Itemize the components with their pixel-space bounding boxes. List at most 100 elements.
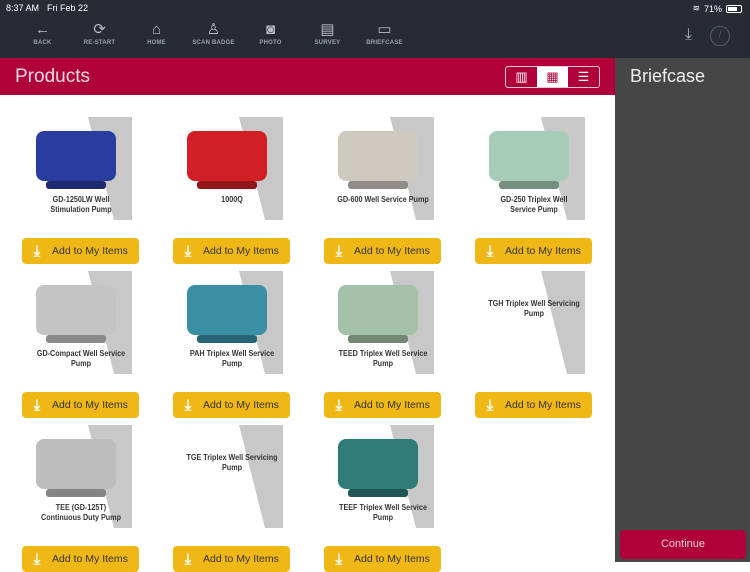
back-icon: ← [35,21,50,38]
toolbar: ← BACK ⟳ RE-START ⌂ HOME ♙ SCAN BADGE ◙ PHOTO ▤ SUR… [14,20,413,46]
add-to-my-items-button[interactable]: ⤓ Add to My Items [475,238,592,264]
product-card[interactable]: TEED Triplex Well Service Pump [332,271,434,374]
card-wedge [239,425,283,528]
wifi-icon: ≋ [692,3,700,13]
product-name: GD-1250LW Well Stimulation Pump [50,195,112,214]
nav-label: PHOTO [259,40,282,46]
add-to-my-items-button[interactable]: ⤓ Add to My Items [324,238,441,264]
product-name: 1000Q [221,195,243,204]
nav-survey-button[interactable]: ▤ SURVEY [299,20,356,46]
battery-icon [726,4,742,13]
download-icon: ⤓ [184,396,192,414]
pump-image [338,131,418,181]
button-label: Add to My Items [52,553,128,565]
nav-label: RE-START [83,40,116,46]
nav-scan-badge-button[interactable]: ♙ SCAN BADGE [185,20,242,46]
card-wedge [541,271,585,374]
pump-image [36,285,116,335]
button-label: Add to My Items [505,399,581,411]
pump-image [489,131,569,181]
download-icon[interactable]: ⤓ [685,26,692,44]
pump-image [338,285,418,335]
add-to-my-items-button[interactable]: ⤓ Add to My Items [324,392,441,418]
button-label: Add to My Items [203,553,279,565]
download-icon: ⤓ [486,396,494,414]
nav-photo-button[interactable]: ◙ PHOTO [242,20,299,46]
download-icon: ⤓ [184,550,192,568]
pump-image [187,131,267,181]
product-card[interactable]: GD-1250LW Well Stimulation Pump [30,117,132,220]
product-card[interactable]: TGH Triplex Well Servicing Pump [483,271,585,374]
pump-image [187,285,267,335]
product-card[interactable]: 1000Q [181,117,283,220]
product-name: GD-600 Well Service Pump [337,195,429,204]
button-label: Add to My Items [52,245,128,257]
button-label: Add to My Items [52,399,128,411]
download-icon: ⤓ [486,242,494,260]
product-name: GD-250 Triplex Well Service Pump [500,195,568,214]
carousel-view-button[interactable]: ▥ [506,67,537,87]
survey-icon: ▤ [320,21,335,38]
button-label: Add to My Items [354,553,430,565]
products-header: Products ▥ ▦ ☰ [0,58,615,95]
add-to-my-items-button[interactable]: ⤓ Add to My Items [173,238,290,264]
add-to-my-items-button[interactable]: ⤓ Add to My Items [22,238,139,264]
pump-image [36,439,116,489]
product-name: GD-Compact Well Service Pump [36,349,126,368]
product-card[interactable]: GD-600 Well Service Pump [332,117,434,220]
briefcase-title: Briefcase [630,66,706,86]
photo-icon: ◙ [265,21,276,38]
continue-button[interactable]: Continue [620,530,746,559]
product-card[interactable]: GD-Compact Well Service Pump [30,271,132,374]
gauge-icon[interactable]: / [710,26,730,46]
product-card[interactable]: TEEF Triplex Well Service Pump [332,425,434,528]
product-card[interactable]: TEE (GD-125T) Continuous Duty Pump [30,425,132,528]
home-icon: ⌂ [151,21,162,38]
add-to-my-items-button[interactable]: ⤓ Add to My Items [173,392,290,418]
button-label: Add to My Items [505,245,581,257]
button-label: Add to My Items [203,399,279,411]
pump-image [36,131,116,181]
product-card[interactable]: GD-250 Triplex Well Service Pump [483,117,585,220]
button-label: Add to My Items [354,245,430,257]
download-icon: ⤓ [335,242,343,260]
list-view-button[interactable]: ☰ [568,67,599,87]
add-to-my-items-button[interactable]: ⤓ Add to My Items [475,392,592,418]
add-to-my-items-button[interactable]: ⤓ Add to My Items [173,546,290,572]
scan-badge-icon: ♙ [206,21,221,38]
product-name: TEED Triplex Well Service Pump [338,349,428,368]
battery-percent: 71% [703,3,722,14]
download-icon: ⤓ [335,550,343,568]
view-toggle: ▥ ▦ ☰ [505,66,600,88]
download-icon: ⤓ [33,550,41,568]
nav-back-button[interactable]: ← BACK [14,20,71,46]
product-name: TGE Triplex Well Servicing Pump [186,453,278,472]
briefcase-panel: Briefcase Continue [615,58,750,562]
product-card[interactable]: PAH Triplex Well Service Pump [181,271,283,374]
nav-label: BRIEFCASE [366,40,403,46]
product-name: TEEF Triplex Well Service Pump [339,503,427,522]
nav-label: HOME [147,40,166,46]
add-to-my-items-button[interactable]: ⤓ Add to My Items [22,546,139,572]
add-to-my-items-button[interactable]: ⤓ Add to My Items [22,392,139,418]
product-card[interactable]: TGE Triplex Well Servicing Pump [181,425,283,528]
product-name: TGH Triplex Well Servicing Pump [488,299,580,318]
download-icon: ⤓ [33,396,41,414]
time: 8:37 AM [6,3,40,13]
grid-view-button[interactable]: ▦ [537,67,568,87]
button-label: Add to My Items [354,399,430,411]
page-title: Products [15,66,90,87]
nav-label: SURVEY [314,40,341,46]
status-bar: 8:37 AM Fri Feb 22 [6,3,96,13]
nav-home-button[interactable]: ⌂ HOME [128,20,185,46]
product-name: PAH Triplex Well Service Pump [189,349,275,368]
nav-re-start-button[interactable]: ⟳ RE-START [71,20,128,46]
top-bar: 8:37 AM Fri Feb 22 ≋ 71% ← BACK ⟳ RE-START ⌂ HO… [0,0,750,58]
nav-briefcase-button[interactable]: ▭ BRIEFCASE [356,20,413,46]
briefcase-icon: ▭ [377,21,392,38]
add-to-my-items-button[interactable]: ⤓ Add to My Items [324,546,441,572]
re-start-icon: ⟳ [93,21,106,38]
status-right: ≋ 71% [692,3,742,14]
product-name: TEE (GD-125T) Continuous Duty Pump [40,503,121,522]
date: Fri Feb 22 [47,3,89,13]
